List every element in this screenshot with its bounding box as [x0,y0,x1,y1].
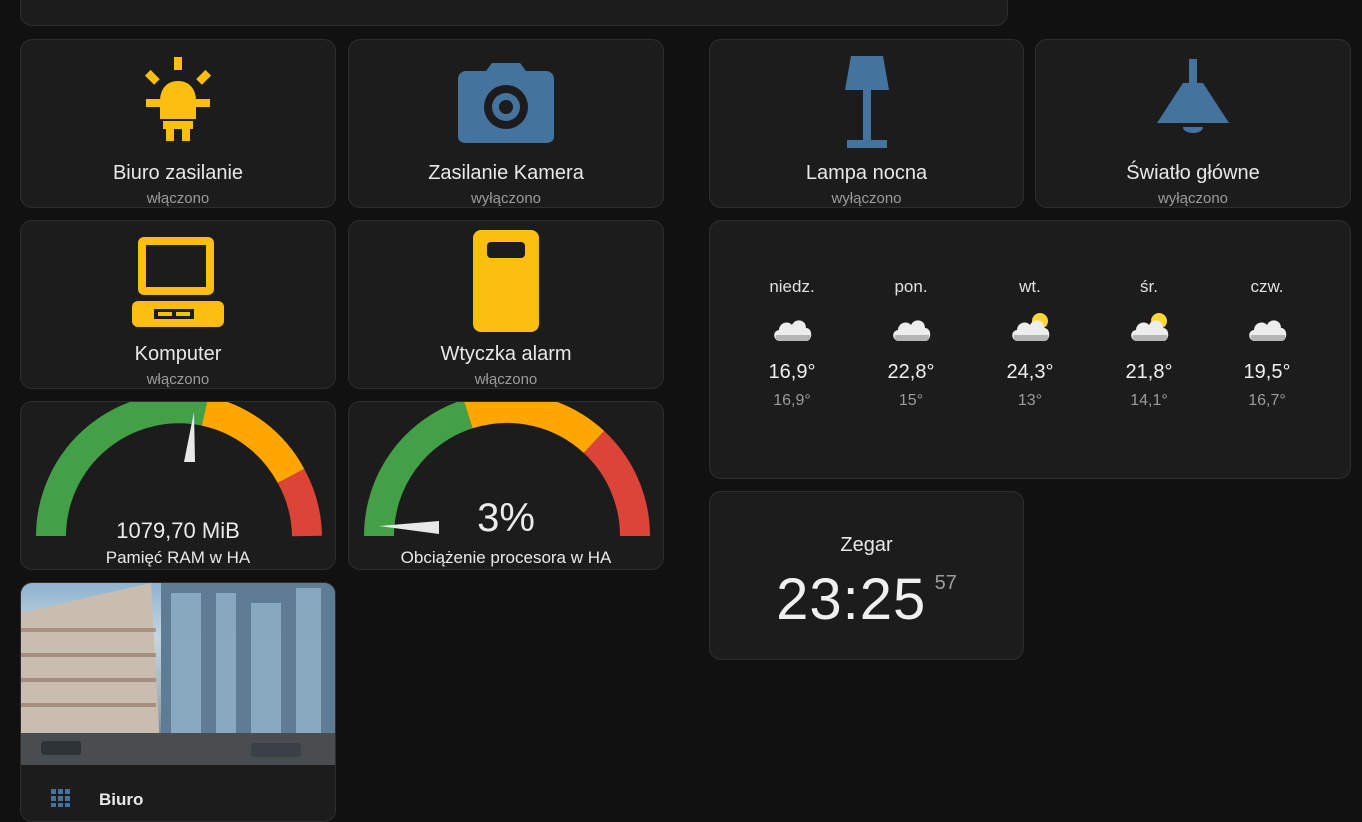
tile-state: włączono [146,190,210,207]
tile-state: włączono [146,371,210,388]
forecast-high: 21,8° [1125,361,1173,383]
forecast-day: czw. 19,5° 16,7° [1227,277,1307,410]
tile-biuro-zasilanie[interactable]: Biuro zasilanie włączono [20,39,336,208]
tile-swiatlo-glowne[interactable]: Światło główne wyłączono [1035,39,1351,208]
lightbulb-on-icon [21,40,335,160]
clock-card: Zegar 23:25 57 [709,491,1024,660]
forecast-high: 22,8° [887,361,935,383]
desktop-computer-icon [21,221,335,341]
cloudy-icon [752,311,832,351]
tile-komputer[interactable]: Komputer włączono [20,220,336,389]
gauge-cpu-card[interactable]: 3% Obciążenie procesora w HA [348,401,664,570]
cloudy-icon [871,311,951,351]
tile-name: Światło główne [1126,162,1260,184]
tile-state: wyłączono [831,190,902,207]
partly-cloudy-icon [990,311,1070,351]
tile-zasilanie-kamera[interactable]: Zasilanie Kamera wyłączono [348,39,664,208]
tile-lampa-nocna[interactable]: Lampa nocna wyłączono [709,39,1024,208]
tile-name: Zasilanie Kamera [428,162,584,184]
forecast-low: 16,9° [773,392,811,409]
top-partial-card [20,0,1008,26]
gauge-name: Pamięć RAM w HA [105,548,251,567]
cloudy-icon [1227,311,1307,351]
area-card-biuro[interactable]: Biuro [20,582,336,822]
forecast-day: pon. 22,8° 15° [871,277,951,410]
power-socket-icon [349,221,663,341]
forecast-day: śr. 21,8° 14,1° [1109,277,1189,410]
tile-state: włączono [474,371,538,388]
gauge-value: 1079,70 MiB [116,518,240,543]
gauge-ram-card[interactable]: 1079,70 MiB Pamięć RAM w HA [20,401,336,570]
forecast-high: 16,9° [768,361,816,383]
clock-time: 23:25 [776,567,927,632]
forecast-high: 24,3° [1006,361,1054,383]
ceiling-light-icon [1036,40,1350,160]
partly-cloudy-icon [1109,311,1189,351]
forecast-day-name: wt. [1019,277,1041,296]
forecast-high: 19,5° [1243,361,1291,383]
area-photo [21,583,335,765]
gauge-name: Obciążenie procesora w HA [400,548,612,567]
forecast-day: wt. 24,3° 13° [990,277,1070,410]
camera-icon [349,40,663,160]
forecast-low: 16,7° [1248,392,1286,409]
tile-name: Komputer [134,343,222,365]
clock-title: Zegar [840,534,893,556]
tile-state: wyłączono [1157,190,1229,207]
tile-wtyczka-alarm[interactable]: Wtyczka alarm włączono [348,220,664,389]
gauge-value: 3% [477,496,535,540]
clock-seconds: 57 [934,572,957,594]
weather-forecast-card[interactable]: niedz. 16,9° 16,9° pon. 22,8° 15° wt. 24… [709,220,1351,479]
tile-name: Lampa nocna [805,162,928,184]
office-building-icon [51,789,71,812]
forecast-low: 13° [1017,392,1043,409]
forecast-day-name: niedz. [769,277,815,296]
tile-state: wyłączono [470,190,542,207]
clock-time-row: 23:25 57 [710,566,1023,633]
forecast-day-name: czw. [1250,277,1284,296]
floor-lamp-icon [710,40,1023,160]
forecast-low: 15° [898,392,924,409]
forecast-low: 14,1° [1130,392,1168,409]
tile-name: Biuro zasilanie [112,162,244,184]
tile-name: Wtyczka alarm [440,343,572,365]
forecast-day-name: śr. [1140,277,1158,296]
forecast-day-name: pon. [894,277,928,296]
forecast-day: niedz. 16,9° 16,9° [752,277,832,410]
area-name: Biuro [99,790,144,809]
